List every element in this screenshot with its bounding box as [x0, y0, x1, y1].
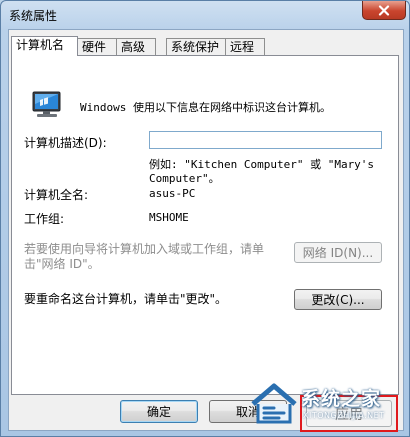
close-icon [378, 4, 390, 16]
tab-advanced[interactable]: 高级 [116, 38, 156, 55]
title-bar[interactable]: 系统属性 [1, 1, 409, 29]
window-title: 系统属性 [9, 9, 58, 23]
tab-label: 高级 [121, 40, 146, 54]
computer-monitor-icon [32, 91, 61, 117]
tab-label: 系统保护 [171, 40, 220, 54]
system-properties-window: 系统属性 计算机名 硬件 高级 系统保护 远程 Windows 使用以下信息在网… [0, 0, 410, 437]
computer-description-label: 计算机描述(D): [24, 136, 107, 150]
join-domain-text-line2: 击"网络 ID"。 [24, 257, 100, 271]
tab-remote[interactable]: 远程 [225, 38, 265, 55]
intro-text: Windows 使用以下信息在网络中标识这台计算机。 [80, 101, 331, 114]
tab-computer-name[interactable]: 计算机名 [11, 36, 78, 56]
house-logo-icon [251, 383, 297, 424]
example-text-line2: Computer"。 [149, 172, 220, 185]
watermark-title: 系统之家 [301, 388, 382, 410]
tab-label: 计算机名 [16, 38, 65, 52]
site-watermark: 系统之家 XITONGZHIJIA.NET [249, 380, 399, 428]
computer-description-input[interactable] [149, 131, 382, 149]
change-button[interactable]: 更改(C)... [294, 289, 382, 310]
rename-text: 要重命名这台计算机，请单击"更改"。 [24, 292, 228, 306]
network-id-button[interactable]: 网络 ID(N)... [294, 242, 382, 263]
workgroup-label: 工作组: [24, 212, 65, 226]
ok-button[interactable]: 确定 [120, 400, 198, 423]
tab-label: 远程 [230, 40, 255, 54]
full-computer-name-label: 计算机全名: [24, 188, 89, 202]
close-button[interactable] [362, 1, 406, 20]
workgroup-value: MSHOME [149, 211, 189, 224]
computer-name-panel: Windows 使用以下信息在网络中标识这台计算机。 计算机描述(D): 例如:… [11, 55, 399, 395]
tab-label: 硬件 [82, 40, 107, 54]
full-computer-name-value: asus-PC [149, 187, 196, 200]
dialog-client-area: 计算机名 硬件 高级 系统保护 远程 Windows 使用以下信息在网络中标识这… [8, 29, 404, 432]
watermark-url: XITONGZHIJIA.NET [303, 411, 385, 420]
tab-hardware[interactable]: 硬件 [77, 38, 117, 55]
tab-system-protection[interactable]: 系统保护 [166, 38, 226, 55]
